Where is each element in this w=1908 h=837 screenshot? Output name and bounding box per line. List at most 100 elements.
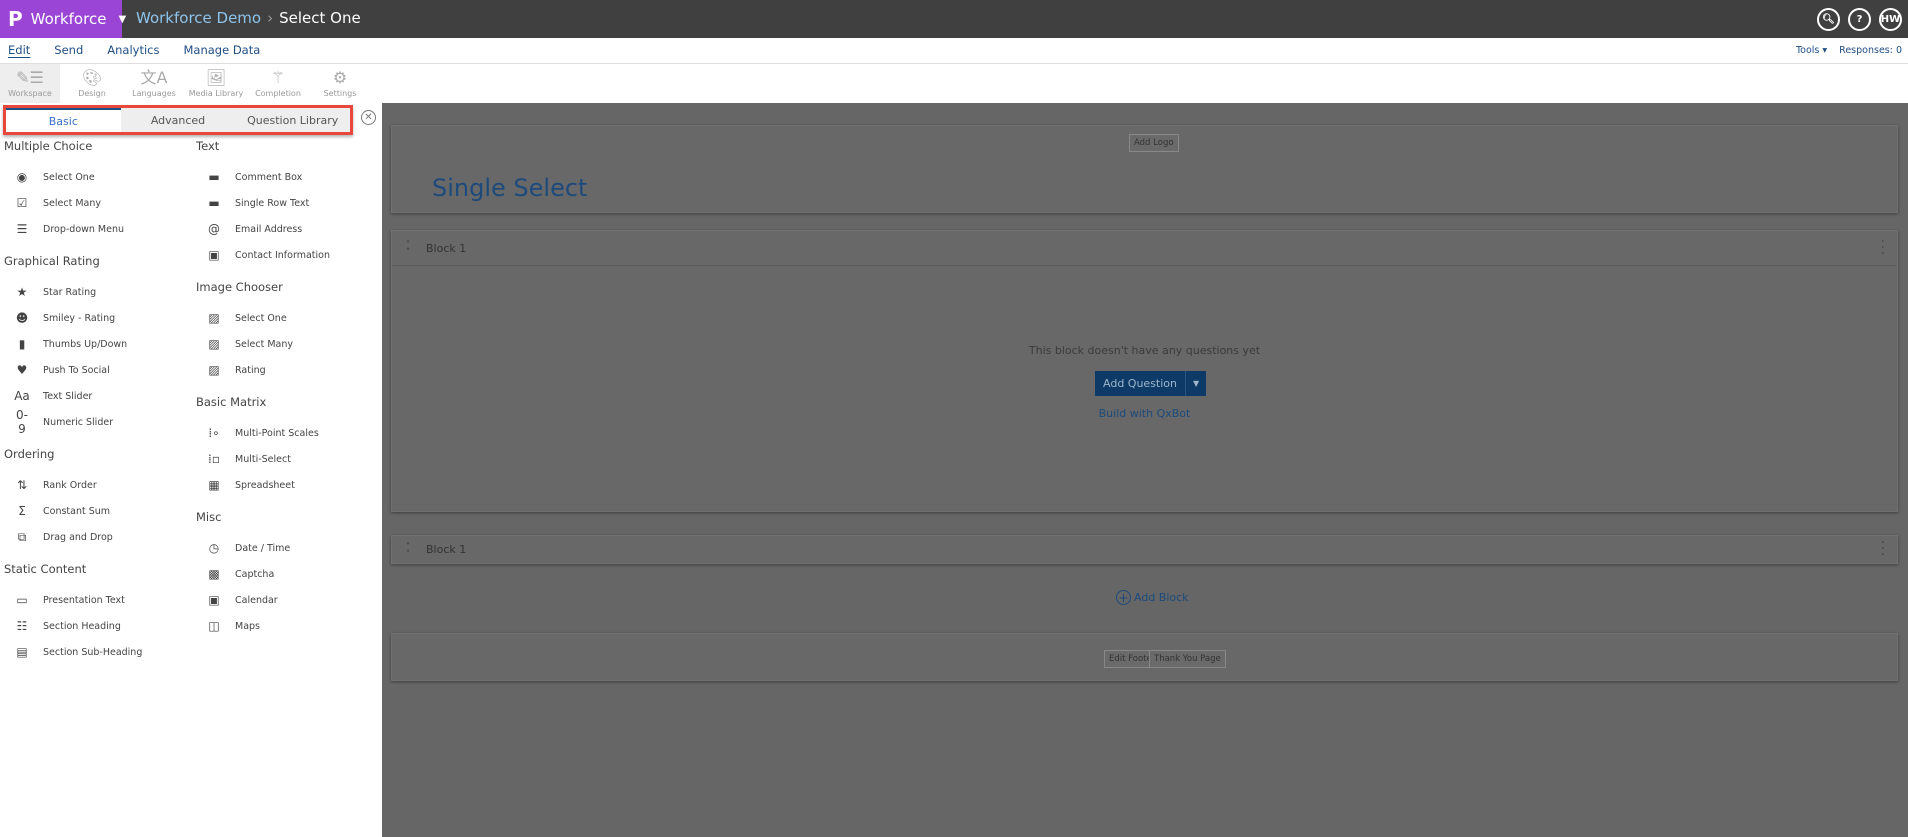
question-type-section-sub-heading[interactable]: ▤ Section Sub-Heading [4, 638, 142, 666]
tools-menu[interactable]: Tools ▾ [1796, 45, 1827, 56]
block-title[interactable]: Block 1 [426, 543, 466, 556]
more-options-icon[interactable]: · · · [1881, 536, 1885, 562]
question-type-select-many[interactable]: ▨ Select Many [196, 330, 330, 358]
add-question-button[interactable]: Add Question ▼ [1095, 371, 1207, 396]
user-avatar[interactable]: HW [1879, 8, 1902, 31]
chevron-right-icon: › [267, 9, 274, 27]
tool-label: Completion [255, 89, 301, 98]
tool-completion[interactable]: ⚚ Completion [248, 64, 308, 103]
add-block-button[interactable]: + Add Block [1116, 590, 1189, 605]
question-group: Ordering ⇅ Rank Order Σ Constant Sum ⧉ Drag an… [4, 447, 142, 551]
question-type-single-row-text[interactable]: ▬ Single Row Text [196, 189, 330, 217]
group-heading: Static Content [4, 562, 87, 576]
question-type-panel: Basic Advanced Question Library ✕ Multip… [0, 103, 382, 837]
workspace-icon: ✎☰ [16, 68, 44, 87]
tool-media-library[interactable]: 🖼︎ Media Library [186, 64, 246, 103]
question-type-maps[interactable]: ◫ Maps [196, 612, 330, 640]
question-type-drag-and-drop[interactable]: ⧉ Drag and Drop [4, 523, 142, 551]
responses-count[interactable]: Responses: 0 [1839, 45, 1902, 56]
tool-settings[interactable]: ⚙ Settings [310, 64, 370, 103]
question-type-multi-select[interactable]: ⁞▫ Multi-Select [196, 445, 330, 473]
caret-down-icon[interactable]: ▼ [1185, 371, 1206, 396]
menu-send[interactable]: Send [54, 43, 83, 57]
rating-icon: ▨ [208, 363, 220, 377]
question-type-email-address[interactable]: @ Email Address [196, 215, 330, 243]
question-type-thumbs-up-down[interactable]: ▮ Thumbs Up/Down [4, 330, 142, 358]
survey-title[interactable]: Single Select [432, 174, 587, 202]
question-type-numeric-slider[interactable]: 0-9 Numeric Slider [4, 408, 142, 436]
block-title[interactable]: Block 1 [426, 242, 466, 255]
search-icon[interactable]: 🔍︎ [1817, 8, 1840, 31]
question-type-label: Select Many [235, 338, 293, 350]
question-type-label: Numeric Slider [43, 416, 114, 428]
question-type-constant-sum[interactable]: Σ Constant Sum [4, 497, 142, 525]
tool-label: Settings [323, 89, 357, 98]
survey-canvas: Add Logo Single Select ˅ ˄ Block 1 · · · Thi… [382, 103, 1908, 837]
add-logo-button[interactable]: Add Logo [1129, 134, 1179, 152]
collapse-icon[interactable]: ˅ ˄ [406, 542, 410, 557]
add-question-label[interactable]: Add Question [1095, 371, 1185, 396]
star-rating-icon: ★ [16, 285, 28, 299]
tool-label: Workspace [8, 89, 52, 98]
tool-workspace[interactable]: ✎☰ Workspace [0, 64, 60, 103]
toolbar: ✎☰ Workspace 🎨︎ Design 文A Languages 🖼︎ Media Li… [0, 64, 1908, 103]
question-type-select-many[interactable]: ☑ Select Many [4, 189, 142, 217]
question-type-label: Text Slider [43, 390, 93, 402]
question-group: Basic Matrix ⁞∘ Multi-Point Scales ⁞▫ Multi-… [196, 395, 330, 499]
question-type-label: Thumbs Up/Down [43, 338, 128, 350]
question-type-label: Section Heading [43, 620, 121, 632]
build-with-qxbot-link[interactable]: Build with QxBot [392, 407, 1897, 420]
question-type-label: Captcha [235, 568, 275, 580]
product-switcher[interactable]: P Workforce ▼ [0, 0, 126, 38]
constant-sum-icon: Σ [18, 504, 26, 518]
tab-advanced[interactable]: Advanced [121, 108, 236, 132]
question-type-presentation-text[interactable]: ▭ Presentation Text [4, 586, 142, 614]
tool-label: Media Library [188, 89, 244, 98]
question-type-label: Calendar [235, 594, 278, 606]
question-type-comment-box[interactable]: ▬ Comment Box [196, 163, 330, 191]
question-type-label: Multi-Select [235, 453, 291, 465]
question-type-rank-order[interactable]: ⇅ Rank Order [4, 471, 142, 499]
more-options-icon[interactable]: · · · [1881, 235, 1885, 261]
group-heading: Image Chooser [196, 280, 283, 294]
menu-manage-data[interactable]: Manage Data [183, 43, 260, 57]
question-type-date-time[interactable]: ◷ Date / Time [196, 534, 330, 562]
thank-you-page-button[interactable]: Thank You Page [1149, 650, 1226, 668]
question-type-label: Comment Box [235, 171, 303, 183]
date-time-icon: ◷ [208, 541, 220, 555]
question-type-select-one[interactable]: ◉ Select One [4, 163, 142, 191]
multi-select-icon: ⁞▫ [208, 452, 220, 466]
breadcrumb-project[interactable]: Workforce Demo [136, 9, 261, 27]
question-type-section-heading[interactable]: ☷ Section Heading [4, 612, 142, 640]
tab-question-library[interactable]: Question Library [235, 108, 350, 132]
question-type-smiley-rating[interactable]: ☻ Smiley - Rating [4, 304, 142, 332]
question-type-star-rating[interactable]: ★ Star Rating [4, 278, 142, 306]
question-type-captcha[interactable]: ▩ Captcha [196, 560, 330, 588]
tool-languages[interactable]: 文A Languages [124, 64, 184, 103]
question-type-label: Spreadsheet [235, 479, 295, 491]
question-type-label: Section Sub-Heading [43, 646, 143, 658]
menu-edit[interactable]: Edit [8, 43, 30, 57]
question-type-label: Single Row Text [235, 197, 310, 209]
survey-footer-card: Edit Footer Thank You Page [391, 633, 1898, 681]
question-type-calendar[interactable]: ▣ Calendar [196, 586, 330, 614]
question-type-text-slider[interactable]: Aa Text Slider [4, 382, 142, 410]
qualtrics-logo-icon: P [8, 7, 23, 31]
question-type-spreadsheet[interactable]: ▦ Spreadsheet [196, 471, 330, 499]
collapse-icon[interactable]: ˅ ˄ [406, 241, 410, 256]
question-type-rating[interactable]: ▨ Rating [196, 356, 330, 384]
question-type-label: Multi-Point Scales [235, 427, 319, 439]
question-type-drop-down-menu[interactable]: ☰ Drop-down Menu [4, 215, 142, 243]
tool-design[interactable]: 🎨︎ Design [62, 64, 122, 103]
menu-bar: Edit Send Analytics Manage Data Tools ▾ R… [0, 38, 1908, 64]
question-type-contact-information[interactable]: ▣ Contact Information [196, 241, 330, 269]
question-type-push-to-social[interactable]: ♥ Push To Social [4, 356, 142, 384]
question-type-select-one[interactable]: ▨ Select One [196, 304, 330, 332]
help-icon[interactable]: ? [1848, 8, 1871, 31]
menu-analytics[interactable]: Analytics [107, 43, 159, 57]
question-group: Misc ◷ Date / Time ▩ Captcha ▣ Calendar ◫ Maps [196, 510, 330, 640]
close-icon[interactable]: ✕ [361, 110, 376, 125]
question-type-multi-point-scales[interactable]: ⁞∘ Multi-Point Scales [196, 419, 330, 447]
question-type-label: Presentation Text [43, 594, 125, 606]
tab-basic[interactable]: Basic [6, 108, 121, 132]
